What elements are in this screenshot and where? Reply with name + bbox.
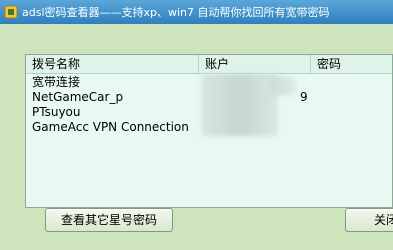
column-header-name[interactable]: 拨号名称	[26, 55, 199, 73]
app-window: adsl密码查看器——支持xp、win7 自动帮你找回所有宽带密码 拨号名称 账…	[0, 0, 393, 250]
close-button[interactable]: 关闭	[345, 208, 393, 232]
connection-name: GameAcc VPN Connection	[32, 120, 189, 134]
column-header-password[interactable]: 密码	[311, 55, 393, 73]
list-header: 拨号名称 账户 密码	[26, 55, 392, 74]
title-bar[interactable]: adsl密码查看器——支持xp、win7 自动帮你找回所有宽带密码	[0, 0, 393, 24]
password-list[interactable]: 拨号名称 账户 密码 宽带连接 NetGameCar_p 9 PTsuyou G…	[25, 54, 393, 208]
window-title: adsl密码查看器——支持xp、win7 自动帮你找回所有宽带密码	[22, 6, 330, 19]
connection-name: NetGameCar_p	[32, 90, 124, 104]
app-icon	[4, 5, 18, 19]
redacted-account-area	[262, 77, 296, 95]
account-value: 9	[300, 90, 308, 104]
view-other-passwords-button[interactable]: 查看其它星号密码	[45, 208, 173, 232]
column-header-account[interactable]: 账户	[199, 55, 311, 73]
connection-name: PTsuyou	[32, 105, 81, 119]
client-area: 拨号名称 账户 密码 宽带连接 NetGameCar_p 9 PTsuyou G…	[0, 24, 393, 250]
connection-name: 宽带连接	[32, 75, 81, 89]
